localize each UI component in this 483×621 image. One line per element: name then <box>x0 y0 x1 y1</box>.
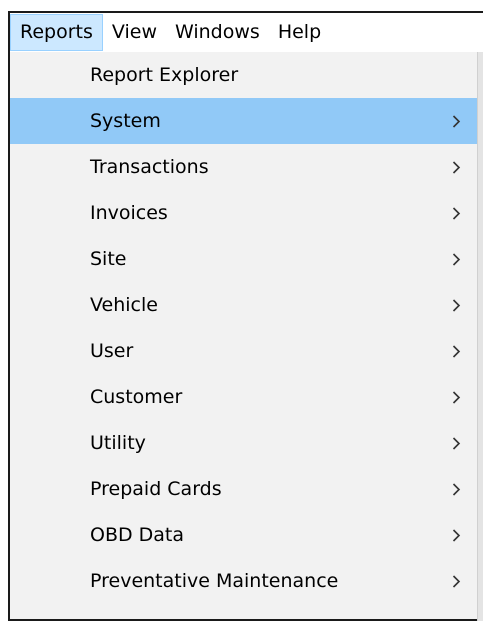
menu-item-label: Customer <box>90 386 183 408</box>
menu-item-label: Prepaid Cards <box>90 478 222 500</box>
reports-dropdown-menu: Report Explorer System Transactions Invo… <box>8 52 483 621</box>
menu-windows[interactable]: Windows <box>166 14 269 51</box>
chevron-right-icon <box>452 98 466 144</box>
menu-item-customer[interactable]: Customer <box>10 374 483 420</box>
menu-item-label: Site <box>90 248 127 270</box>
menu-item-label: User <box>90 340 134 362</box>
menu-item-invoices[interactable]: Invoices <box>10 190 483 236</box>
menu-reports[interactable]: Reports <box>10 14 103 51</box>
menu-item-report-explorer[interactable]: Report Explorer <box>10 52 483 98</box>
menu-item-label: Utility <box>90 432 146 454</box>
chevron-right-icon <box>452 190 466 236</box>
menu-item-vehicle[interactable]: Vehicle <box>10 282 483 328</box>
menu-item-label: Vehicle <box>90 294 158 316</box>
application-window: Reports View Windows Help Report Explore… <box>0 0 483 621</box>
menu-item-system[interactable]: System <box>10 98 483 144</box>
chevron-right-icon <box>452 466 466 512</box>
menu-item-prepaid-cards[interactable]: Prepaid Cards <box>10 466 483 512</box>
chevron-right-icon <box>452 374 466 420</box>
menu-item-label: Preventative Maintenance <box>90 570 339 592</box>
menu-item-transactions[interactable]: Transactions <box>10 144 483 190</box>
menu-item-utility[interactable]: Utility <box>10 420 483 466</box>
menu-view[interactable]: View <box>103 14 166 51</box>
chevron-right-icon <box>452 328 466 374</box>
chevron-right-icon <box>452 144 466 190</box>
menu-item-site[interactable]: Site <box>10 236 483 282</box>
menu-item-label: Invoices <box>90 202 168 224</box>
menu-item-preventative-maintenance[interactable]: Preventative Maintenance <box>10 558 483 604</box>
chevron-right-icon <box>452 236 466 282</box>
chevron-right-icon <box>452 512 466 558</box>
menu-item-label: System <box>90 110 161 132</box>
menu-item-label: Report Explorer <box>90 64 239 86</box>
chevron-right-icon <box>452 420 466 466</box>
menu-item-obd-data[interactable]: OBD Data <box>10 512 483 558</box>
menu-item-user[interactable]: User <box>10 328 483 374</box>
menu-bar: Reports View Windows Help <box>8 11 483 52</box>
menu-item-label: OBD Data <box>90 524 185 546</box>
submenu-edge <box>477 52 483 621</box>
chevron-right-icon <box>452 282 466 328</box>
menu-help[interactable]: Help <box>269 14 330 51</box>
menu-item-label: Transactions <box>90 156 209 178</box>
chevron-right-icon <box>452 558 466 604</box>
